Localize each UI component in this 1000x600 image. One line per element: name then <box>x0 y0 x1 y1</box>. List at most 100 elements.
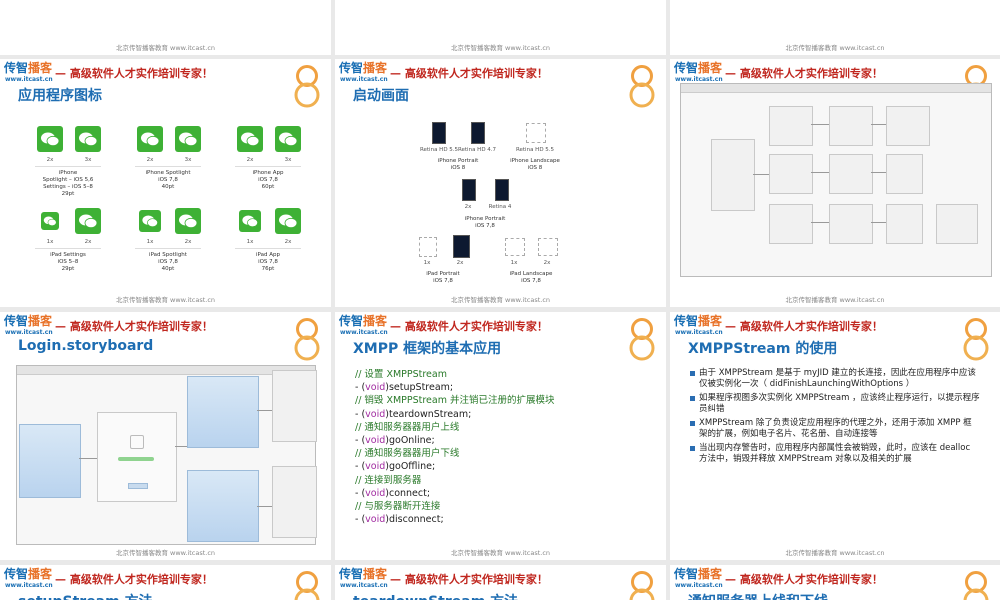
icon-caption: iPhone Spotlight iOS 7,8 40pt <box>145 170 191 190</box>
slide-footer: 北京传智播客教育 www.itcast.cn <box>450 296 551 304</box>
icon-scale-label: 1x <box>246 239 254 245</box>
view-controller <box>886 204 923 244</box>
wechat-app-icon <box>37 126 63 152</box>
slide-launch[interactable]: 传智播客 www.itcast.cn — 高级软件人才实作培训专家！ 启动画面 … <box>335 59 666 307</box>
label-ipadl-1x: 1x <box>510 260 518 266</box>
slide-setupstream[interactable]: 传智播客 www.itcast.cn — 高级软件人才实作培训专家！ setup… <box>0 565 331 600</box>
wechat-app-icon <box>275 126 301 152</box>
brand-tagline: — 高级软件人才实作培训专家！ <box>725 573 883 586</box>
icon-scale-label: 1x <box>146 239 154 245</box>
brand-logo: 传智播客 <box>674 567 723 581</box>
launch-screen-retina47 <box>471 122 485 144</box>
slide-online-offline[interactable]: 传智播客 www.itcast.cn — 高级软件人才实作培训专家！ 通知服务器… <box>670 565 1000 600</box>
caption-ipad-landscape: iPad Landscape iOS 7,8 <box>509 271 553 284</box>
brand-logo: 传智播客 <box>674 314 723 328</box>
figure-eight-logo <box>963 571 989 600</box>
launch-screen-retina4 <box>495 179 509 201</box>
slide-title: 应用程序图标 <box>18 88 102 104</box>
login-button-placeholder <box>128 483 148 489</box>
wechat-app-icon <box>239 210 261 232</box>
storyboard-toolbar <box>681 84 991 93</box>
caption-ipad-portrait: iPad Portrait iOS 7,8 <box>426 271 460 284</box>
launch-screen-retina55 <box>432 122 446 144</box>
wechat-app-icon <box>41 212 59 230</box>
slide-top-left[interactable]: 北京传智播客教育 www.itcast.cn <box>0 0 331 55</box>
code-block: // 设置 XMPPStream - (void)setupStream;// 销… <box>355 368 555 526</box>
brand-url: www.itcast.cn <box>5 582 53 589</box>
segue-arrow <box>257 506 272 507</box>
navigation-controller <box>187 376 259 448</box>
segue-arrow <box>811 172 829 173</box>
slide-top-right[interactable]: 北京传智播客教育 www.itcast.cn <box>670 0 1000 55</box>
segue-arrow <box>871 172 886 173</box>
navigation-controller <box>187 470 259 542</box>
icon-scale-label: 2x <box>284 239 292 245</box>
segue-arrow <box>811 222 829 223</box>
icon-caption: iPad Spotlight iOS 7,8 40pt <box>149 252 187 272</box>
figure-eight-logo <box>629 571 655 600</box>
segue-arrow <box>871 124 886 125</box>
brand-tagline: — 高级软件人才实作培训专家！ <box>725 67 883 80</box>
segue-arrow <box>871 222 886 223</box>
slide-xmpp-basic[interactable]: 传智播客 www.itcast.cn — 高级软件人才实作培训专家！ XMPP … <box>335 312 666 560</box>
slide-footer: 北京传智播客教育 www.itcast.cn <box>785 549 885 557</box>
icon-divider <box>35 166 101 167</box>
view-controller <box>769 106 813 146</box>
code-comment: // 连接到服务器 <box>355 474 422 486</box>
brand-logo: 传智播客 <box>339 314 388 328</box>
view-controller <box>829 204 873 244</box>
icon-divider <box>235 166 301 167</box>
view-controller <box>769 204 813 244</box>
code-line: - (void)goOnline; <box>355 435 435 447</box>
view-controller <box>272 466 317 538</box>
slide-footer: 北京传智播客教育 www.itcast.cn <box>115 44 216 52</box>
slide-footer: 北京传智播客教育 www.itcast.cn <box>785 296 885 304</box>
segue-arrow <box>811 124 829 125</box>
login-view-controller <box>97 412 177 502</box>
view-controller <box>936 204 978 244</box>
brand-logo: 传智播客 <box>674 61 723 75</box>
ipad-portrait-1x <box>419 237 437 257</box>
figure-eight-logo <box>294 65 320 108</box>
figure-eight-logo <box>294 318 320 361</box>
figure-eight-logo <box>294 571 320 600</box>
icon-scale-label: 2x <box>46 157 54 163</box>
wechat-app-icon <box>175 208 201 234</box>
wechat-app-icon <box>175 126 201 152</box>
label-retina55: Retina HD 5.5 <box>419 147 459 153</box>
code-comment: // 与服务器断开连接 <box>355 501 441 513</box>
icon-caption: iPhone Spotlight – iOS 5,6 Settings – iOS … <box>42 170 94 197</box>
slide-login-storyboard[interactable]: 传智播客 www.itcast.cn — 高级软件人才实作培训专家！ Login… <box>0 312 331 560</box>
bullet-item: 如果程序视图多次实例化 XMPPStream ，应该终止程序运行，以提示程序员纠… <box>690 393 980 415</box>
slide-storyboard-overview[interactable]: 传智播客 www.itcast.cn — 高级软件人才实作培训专家！ 北京传智播… <box>670 59 1000 307</box>
slide-title: teardownStream 方法 <box>353 591 518 600</box>
storyboard-toolbar <box>17 366 315 375</box>
segue-arrow <box>257 410 272 411</box>
code-line: - (void)connect; <box>355 487 431 499</box>
slide-app-icons[interactable]: 传智播客 www.itcast.cn — 高级软件人才实作培训专家！ 应用程序图… <box>0 59 331 307</box>
caption-iphone-landscape-ios8: iPhone Landscape iOS 8 <box>510 158 560 171</box>
slide-footer: 北京传智播客教育 www.itcast.cn <box>450 44 551 52</box>
avatar <box>130 435 144 449</box>
wechat-app-icon <box>75 208 101 234</box>
brand-url: www.itcast.cn <box>340 76 388 83</box>
brand-url: www.itcast.cn <box>340 582 388 589</box>
label-retina4: Retina 4 <box>488 204 512 210</box>
code-line: - (void)teardownStream; <box>355 408 472 420</box>
brand-logo: 传智播客 <box>4 314 53 328</box>
slide-teardownstream[interactable]: 传智播客 www.itcast.cn — 高级软件人才实作培训专家！ teard… <box>335 565 666 600</box>
brand-tagline: — 高级软件人才实作培训专家！ <box>55 573 213 586</box>
label-retina47: Retina HD 4.7 <box>457 147 497 153</box>
code-line: - (void)disconnect; <box>355 514 444 526</box>
code-comment: // 通知服务器器用户下线 <box>355 448 460 460</box>
slide-top-middle[interactable]: 北京传智播客教育 www.itcast.cn <box>335 0 666 55</box>
code-comment: // 设置 XMPPStream <box>355 369 447 380</box>
slide-xmppstream-use[interactable]: 传智播客 www.itcast.cn — 高级软件人才实作培训专家！ XMPPS… <box>670 312 1000 560</box>
wechat-app-icon <box>275 208 301 234</box>
segue-arrow <box>79 458 97 459</box>
view-controller <box>886 154 923 194</box>
brand-url: www.itcast.cn <box>340 329 388 336</box>
icon-scale-label: 1x <box>46 239 54 245</box>
view-controller <box>769 154 813 194</box>
slide-footer: 北京传智播客教育 www.itcast.cn <box>450 549 551 557</box>
